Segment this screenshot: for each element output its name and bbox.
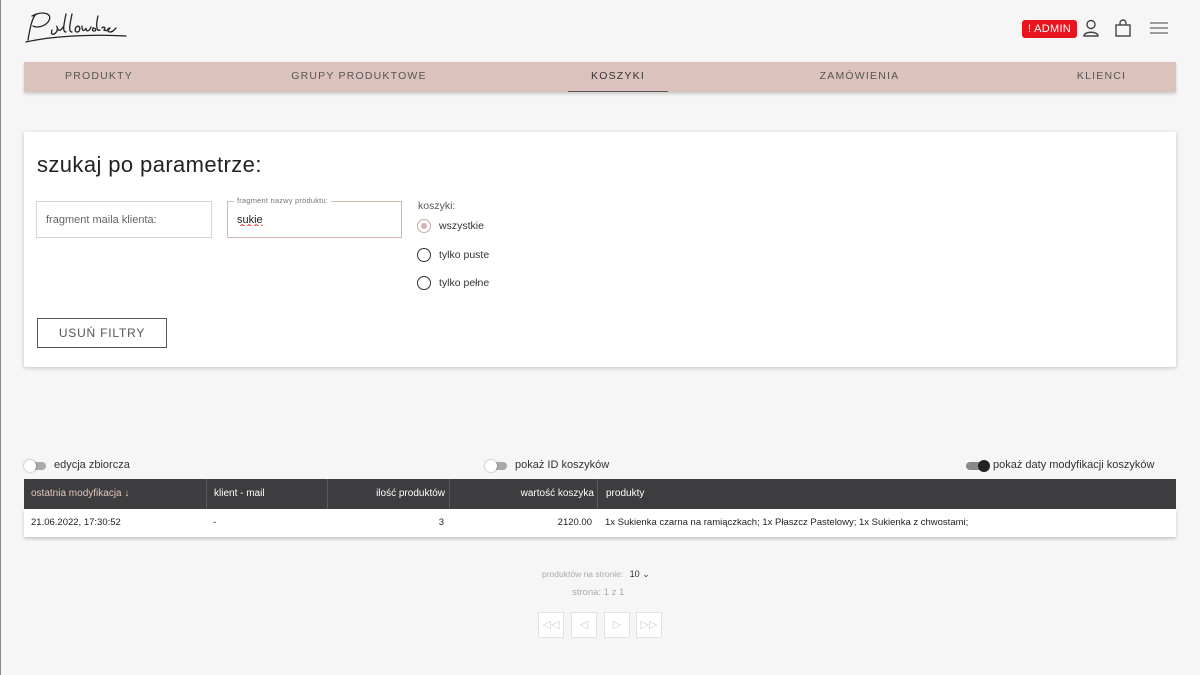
table-row[interactable]: 21.06.2022, 17:30:52 - 3 2120.00 1x Suki… (24, 509, 1176, 537)
radio-label: wszystkie (439, 220, 484, 232)
column-basket-value[interactable]: wartość koszyka (449, 479, 597, 509)
cell-basket-value: 2120.00 (557, 517, 592, 528)
header: ! ADMIN (0, 0, 1200, 62)
per-page-select[interactable]: 10 ⌄ (630, 569, 650, 579)
column-products[interactable]: produkty (597, 479, 1176, 509)
radio-label: tylko pełne (439, 277, 490, 289)
nav-item-koszyki[interactable]: KOSZYKI (568, 62, 668, 92)
admin-badge[interactable]: ! ADMIN (1022, 20, 1078, 38)
hamburger-menu-icon[interactable] (1149, 18, 1169, 38)
shopping-bag-icon[interactable] (1113, 18, 1133, 38)
column-client-email[interactable]: klient - mail (206, 479, 327, 509)
cell-product-count: 3 (438, 517, 444, 528)
main-nav: PRODUKTY GRUPY PRODUKTOWE KOSZYKI ZAMÓWI… (24, 62, 1176, 92)
window-left-edge (0, 0, 1, 675)
radio-label: tylko puste (439, 249, 490, 261)
product-filter-legend: fragment nazwy produktu: (234, 196, 332, 205)
toggle-knob (978, 460, 990, 472)
radio-circle (417, 248, 431, 262)
chevron-down-icon: ⌄ (642, 569, 650, 579)
page-indicator: strona: 1 z 1 (572, 587, 625, 598)
baskets-table: ostatnia modyfikacja ↓ klient - mail ilo… (24, 479, 1176, 537)
column-product-count[interactable]: ilość produktów (327, 479, 449, 509)
basket-filter-label: koszyki: (418, 200, 456, 212)
clear-filters-button[interactable]: USUŃ FILTRY (37, 318, 167, 348)
last-page-button[interactable]: ▷▷ (636, 612, 662, 638)
brand-logo[interactable] (22, 6, 132, 50)
table-header: ostatnia modyfikacja ↓ klient - mail ilo… (24, 479, 1176, 509)
cell-last-modified: 21.06.2022, 17:30:52 (31, 517, 121, 528)
product-filter-input[interactable] (228, 202, 401, 237)
brand-logo-script (25, 12, 127, 43)
first-page-button[interactable]: ◁◁ (538, 612, 564, 638)
nav-item-produkty[interactable]: PRODUKTY (49, 62, 149, 92)
filter-panel: szukaj po parametrze: fragment nazwy pro… (24, 132, 1176, 367)
toggle-knob (24, 460, 36, 472)
radio-circle (417, 276, 431, 290)
cell-products: 1x Sukienka czarna na ramiączkach; 1x Pł… (605, 517, 969, 528)
cell-client-email: - (213, 517, 217, 528)
email-filter-input[interactable] (37, 202, 211, 237)
show-modification-dates-label: pokaż daty modyfikacji koszyków (993, 459, 1155, 471)
column-last-modified[interactable]: ostatnia modyfikacja ↓ (31, 479, 206, 509)
nav-item-klienci[interactable]: KLIENCI (1059, 62, 1144, 92)
next-page-button[interactable]: ▷ (604, 612, 630, 638)
nav-item-zamowienia[interactable]: ZAMÓWIENIA (802, 62, 917, 92)
product-filter-field: fragment nazwy produktu: (227, 196, 402, 238)
toggle-knob (485, 460, 497, 472)
per-page-label: produktów na stronie: (542, 569, 624, 579)
per-page-control: produktów na stronie: 10 ⌄ (542, 569, 650, 580)
email-filter-field (36, 201, 212, 238)
nav-item-grupy-produktowe[interactable]: GRUPY PRODUKTOWE (274, 62, 444, 92)
filter-title: szukaj po parametrze: (37, 152, 262, 177)
radio-circle (417, 219, 431, 233)
show-basket-id-label: pokaż ID koszyków (515, 459, 610, 471)
bulk-edit-label: edycja zbiorcza (54, 459, 130, 471)
prev-page-button[interactable]: ◁ (571, 612, 597, 638)
user-icon[interactable] (1081, 18, 1101, 38)
